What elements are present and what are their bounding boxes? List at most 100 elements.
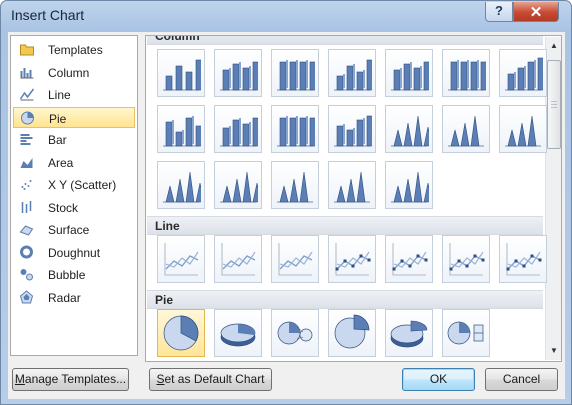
pie-subtype-thumbnail[interactable] — [442, 309, 490, 357]
cancel-button[interactable]: Cancel — [485, 368, 558, 391]
chart-type-label: Bar — [48, 133, 67, 147]
column-subtype-thumbnail[interactable] — [385, 105, 433, 153]
mnemonic-m: M — [14, 372, 25, 386]
help-icon: ? — [495, 3, 503, 18]
scroll-down-icon[interactable]: ▼ — [546, 343, 561, 359]
chart-type-line[interactable]: Line — [13, 84, 135, 105]
column-subtype-thumbnail[interactable] — [328, 49, 376, 97]
pie-subtype-thumbnail[interactable] — [214, 309, 262, 357]
chart-type-label: Templates — [48, 43, 103, 57]
column-subtype-thumbnail[interactable] — [271, 161, 319, 209]
pie-subtype-thumbnail[interactable] — [271, 309, 319, 357]
chart-preview-icon — [392, 243, 428, 276]
chart-type-doughnut[interactable]: Doughnut — [13, 242, 135, 263]
line-subtype-thumbnail[interactable] — [385, 235, 433, 283]
ok-button[interactable]: OK — [402, 368, 475, 391]
line-chart-icon — [19, 87, 35, 101]
chart-preview-icon — [163, 59, 201, 91]
column-subtype-thumbnail[interactable] — [214, 49, 262, 97]
chart-preview-icon — [163, 171, 201, 203]
chart-type-bubble[interactable]: Bubble — [13, 264, 135, 285]
chart-preview-icon — [220, 171, 258, 203]
chart-preview-icon — [334, 115, 372, 147]
section-title: Line — [155, 219, 180, 233]
chart-preview-icon — [163, 315, 199, 351]
chart-preview-icon — [505, 57, 543, 91]
chart-preview-icon — [163, 116, 201, 147]
scrollbar-thumb[interactable]: ― ― ― — [547, 60, 561, 149]
gallery-scrollbar[interactable]: ▲ ― ― ― ▼ — [545, 37, 561, 360]
chart-subtype-gallery[interactable]: Pie Line Column ▲ ― ― ― ▼ — [145, 35, 562, 362]
chart-preview-icon — [391, 115, 429, 147]
chart-preview-icon — [221, 243, 256, 276]
column-subtype-thumbnail[interactable] — [271, 49, 319, 97]
chart-preview-icon — [220, 323, 256, 347]
chart-type-label: Area — [48, 155, 74, 170]
chart-preview-icon — [277, 171, 313, 203]
dialog-title: Insert Chart — [11, 7, 85, 23]
column-subtype-thumbnail[interactable] — [328, 105, 376, 153]
chart-preview-icon — [505, 115, 541, 147]
close-button[interactable]: ✕ — [513, 2, 559, 22]
column-subtype-thumbnail[interactable] — [214, 105, 262, 153]
chart-type-stock[interactable]: Stock — [13, 197, 135, 218]
chart-type-column[interactable]: Column — [13, 62, 135, 83]
line-subtype-thumbnail[interactable] — [328, 235, 376, 283]
manage-templates-button[interactable]: Manage Templates... — [12, 368, 129, 391]
set-default-chart-button[interactable]: Set as Default Chart — [149, 368, 272, 391]
pie-subtype-thumbnail[interactable] — [385, 309, 433, 357]
column-subtype-thumbnail[interactable] — [385, 161, 433, 209]
chart-preview-icon — [277, 60, 315, 91]
line-subtype-thumbnail[interactable] — [442, 235, 490, 283]
scroll-up-icon[interactable]: ▲ — [546, 38, 561, 54]
line-subtype-thumbnail[interactable] — [499, 235, 547, 283]
chart-type-bar[interactable]: Bar — [13, 129, 135, 150]
chart-preview-icon — [334, 171, 370, 203]
radar-chart-icon — [19, 289, 34, 304]
column-subtype-thumbnail[interactable] — [157, 161, 205, 209]
gallery-section-header: Line — [147, 216, 543, 235]
help-button[interactable]: ? — [485, 2, 513, 22]
chart-type-surface[interactable]: Surface — [13, 219, 135, 240]
chart-type-label: Radar — [48, 290, 81, 305]
gallery-section-header: Pie — [147, 290, 543, 309]
chart-type-area[interactable]: Area — [13, 152, 135, 173]
chart-preview-icon — [278, 243, 313, 276]
pie-subtype-thumbnail[interactable] — [157, 309, 205, 357]
line-subtype-thumbnail[interactable] — [271, 235, 319, 283]
manage-templates-label: anage Templates... — [24, 372, 127, 386]
chart-type-label: Stock — [48, 200, 79, 215]
chart-type-pie[interactable]: Pie — [13, 106, 135, 128]
chart-type-radar[interactable]: Radar — [13, 287, 135, 308]
column-subtype-thumbnail[interactable] — [442, 105, 490, 153]
chart-preview-icon — [391, 171, 429, 203]
chart-preview-icon — [448, 115, 484, 147]
line-subtype-thumbnail[interactable] — [157, 235, 205, 283]
chart-type-label: Line — [48, 88, 71, 102]
column-subtype-thumbnail[interactable] — [499, 105, 547, 153]
column-subtype-thumbnail[interactable] — [328, 161, 376, 209]
grip-icon: ― ― ― — [551, 99, 557, 111]
column-subtype-thumbnail[interactable] — [499, 49, 547, 97]
section-title: Pie — [155, 293, 174, 307]
chart-preview-icon — [391, 61, 429, 91]
chart-type-templates[interactable]: Templates — [13, 39, 135, 60]
chart-preview-icon — [506, 243, 542, 276]
column-subtype-thumbnail[interactable] — [214, 161, 262, 209]
column-subtype-thumbnail[interactable] — [157, 49, 205, 97]
chart-preview-icon — [220, 117, 258, 147]
folder-icon — [19, 42, 34, 56]
bubble-chart-icon — [19, 267, 34, 281]
pie-subtype-thumbnail[interactable] — [328, 309, 376, 357]
column-subtype-thumbnail[interactable] — [385, 49, 433, 97]
bar-chart-icon — [19, 132, 34, 146]
chart-type-x-y-scatter[interactable]: X Y (Scatter) — [13, 174, 135, 195]
chart-type-list[interactable]: Templates Column Line Pie Bar Area X Y (Scatte… — [10, 35, 138, 356]
chart-preview-icon — [335, 243, 371, 276]
column-subtype-thumbnail[interactable] — [271, 105, 319, 153]
column-subtype-thumbnail[interactable] — [157, 105, 205, 153]
line-subtype-thumbnail[interactable] — [214, 235, 262, 283]
stock-chart-icon — [19, 200, 34, 214]
gallery-section-header: Column — [147, 36, 543, 45]
column-subtype-thumbnail[interactable] — [442, 49, 490, 97]
